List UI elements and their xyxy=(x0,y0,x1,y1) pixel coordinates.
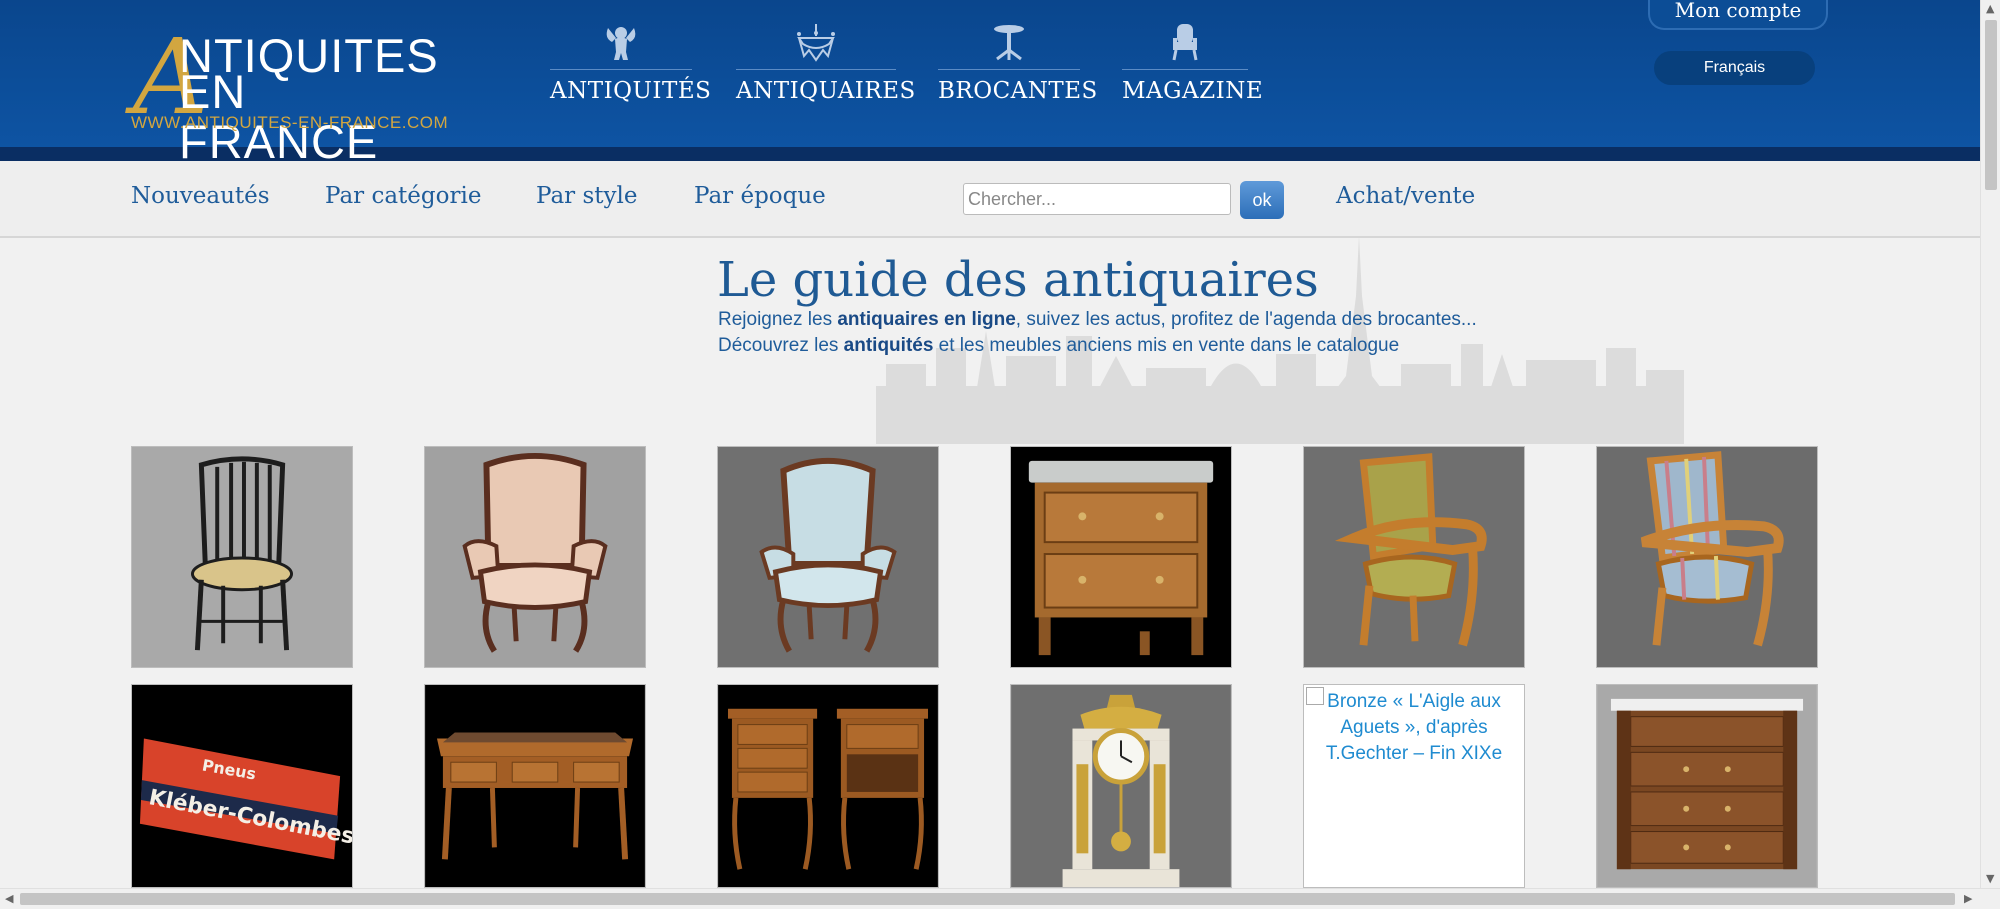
desk-image xyxy=(425,685,645,887)
page-title: Le guide des antiquaires xyxy=(717,252,1319,308)
language-selector[interactable]: Français xyxy=(1654,51,1815,85)
nightstands-image xyxy=(718,685,938,887)
product-empire-commode[interactable] xyxy=(1596,684,1818,888)
subnav-par-epoque[interactable]: Par époque xyxy=(694,183,826,209)
nav-antiquites-label: ANTIQUITÉS xyxy=(550,78,712,104)
product-portico-clock[interactable] xyxy=(1010,684,1232,888)
cherub-icon xyxy=(606,27,636,60)
subnav-par-style[interactable]: Par style xyxy=(536,183,637,209)
product-napoleon-iii-chair[interactable] xyxy=(131,446,353,668)
product-kleber-colombes-sign[interactable]: Pneus Kléber-Colombes xyxy=(131,684,353,888)
scroll-left-icon[interactable]: ◀ xyxy=(5,892,13,905)
link-antiquites[interactable]: antiquités xyxy=(844,335,934,356)
armchair-image xyxy=(1597,447,1817,667)
subnav-nouveautes[interactable]: Nouveautés xyxy=(131,183,270,209)
nav-magazine-label: MAGAZINE xyxy=(1122,78,1264,104)
nav-antiquites[interactable]: ANTIQUITÉS xyxy=(550,22,712,112)
product-restoration-armchair-green[interactable] xyxy=(1303,446,1525,668)
product-marble-top-commode[interactable] xyxy=(1010,446,1232,668)
horizontal-scroll-thumb[interactable] xyxy=(20,893,1955,905)
armchair-image xyxy=(425,447,645,667)
product-louis-xv-armchair[interactable] xyxy=(424,446,646,668)
armchair-image xyxy=(718,447,938,667)
commode-image xyxy=(1597,685,1817,887)
logo-url: WWW.ANTIQUITES-EN-FRANCE.COM xyxy=(131,113,449,132)
search-button[interactable]: ok xyxy=(1240,181,1284,219)
pedestal-table-icon xyxy=(994,25,1024,61)
scroll-down-icon[interactable]: ▼ xyxy=(1986,872,1994,885)
enamel-sign-image: Pneus Kléber-Colombes xyxy=(132,685,352,887)
product-restoration-armchair-striped[interactable] xyxy=(1596,446,1818,668)
product-writing-desk[interactable] xyxy=(424,684,646,888)
search-input[interactable] xyxy=(963,183,1231,215)
product-pair-of-nightstands[interactable] xyxy=(717,684,939,888)
nav-brocantes[interactable]: BROCANTES xyxy=(938,22,1098,112)
nav-antiquaires[interactable]: ANTIQUAIRES xyxy=(736,22,916,112)
site-header: A NTIQUITES EN FRANCE WWW.ANTIQUITES-EN-… xyxy=(0,0,1980,167)
product-broken-bronze-image[interactable]: Bronze « L'Aigle aux Aguets », d'après T… xyxy=(1303,684,1525,888)
scroll-right-icon[interactable]: ▶ xyxy=(1964,892,1972,905)
intro-line-2: Découvrez les antiquités et les meubles … xyxy=(718,335,1400,356)
vertical-scrollbar[interactable]: ▲ ▼ xyxy=(1980,0,2000,888)
secondary-nav: Nouveautés Par catégorie Par style Par é… xyxy=(0,161,1980,238)
chandelier-icon xyxy=(797,24,835,62)
account-button[interactable]: Mon compte xyxy=(1648,0,1828,30)
horizontal-scrollbar[interactable]: ◀ ▶ xyxy=(0,888,2000,909)
subnav-par-categorie[interactable]: Par catégorie xyxy=(325,183,481,209)
nav-magazine[interactable]: MAGAZINE xyxy=(1122,22,1264,112)
site-logo[interactable]: A NTIQUITES EN FRANCE WWW.ANTIQUITES-EN-… xyxy=(131,25,451,167)
commode-image xyxy=(1011,447,1231,667)
subnav-achat-vente[interactable]: Achat/vente xyxy=(1336,183,1475,209)
product-cabriolet-armchair[interactable] xyxy=(717,446,939,668)
nav-antiquaires-label: ANTIQUAIRES xyxy=(736,78,916,104)
vertical-scroll-thumb[interactable] xyxy=(1985,20,1997,190)
chair-image xyxy=(132,447,352,667)
scroll-up-icon[interactable]: ▲ xyxy=(1986,2,1994,15)
link-antiquaires-en-ligne[interactable]: antiquaires en ligne xyxy=(837,309,1015,330)
intro-line-1: Rejoignez les antiquaires en ligne, suiv… xyxy=(718,309,1477,330)
armchair-image xyxy=(1304,447,1524,667)
clock-image xyxy=(1011,685,1231,887)
nav-brocantes-label: BROCANTES xyxy=(938,78,1098,104)
image-alt-text: Bronze « L'Aigle aux Aguets », d'après T… xyxy=(1325,691,1503,764)
armchair-icon xyxy=(1172,24,1198,61)
